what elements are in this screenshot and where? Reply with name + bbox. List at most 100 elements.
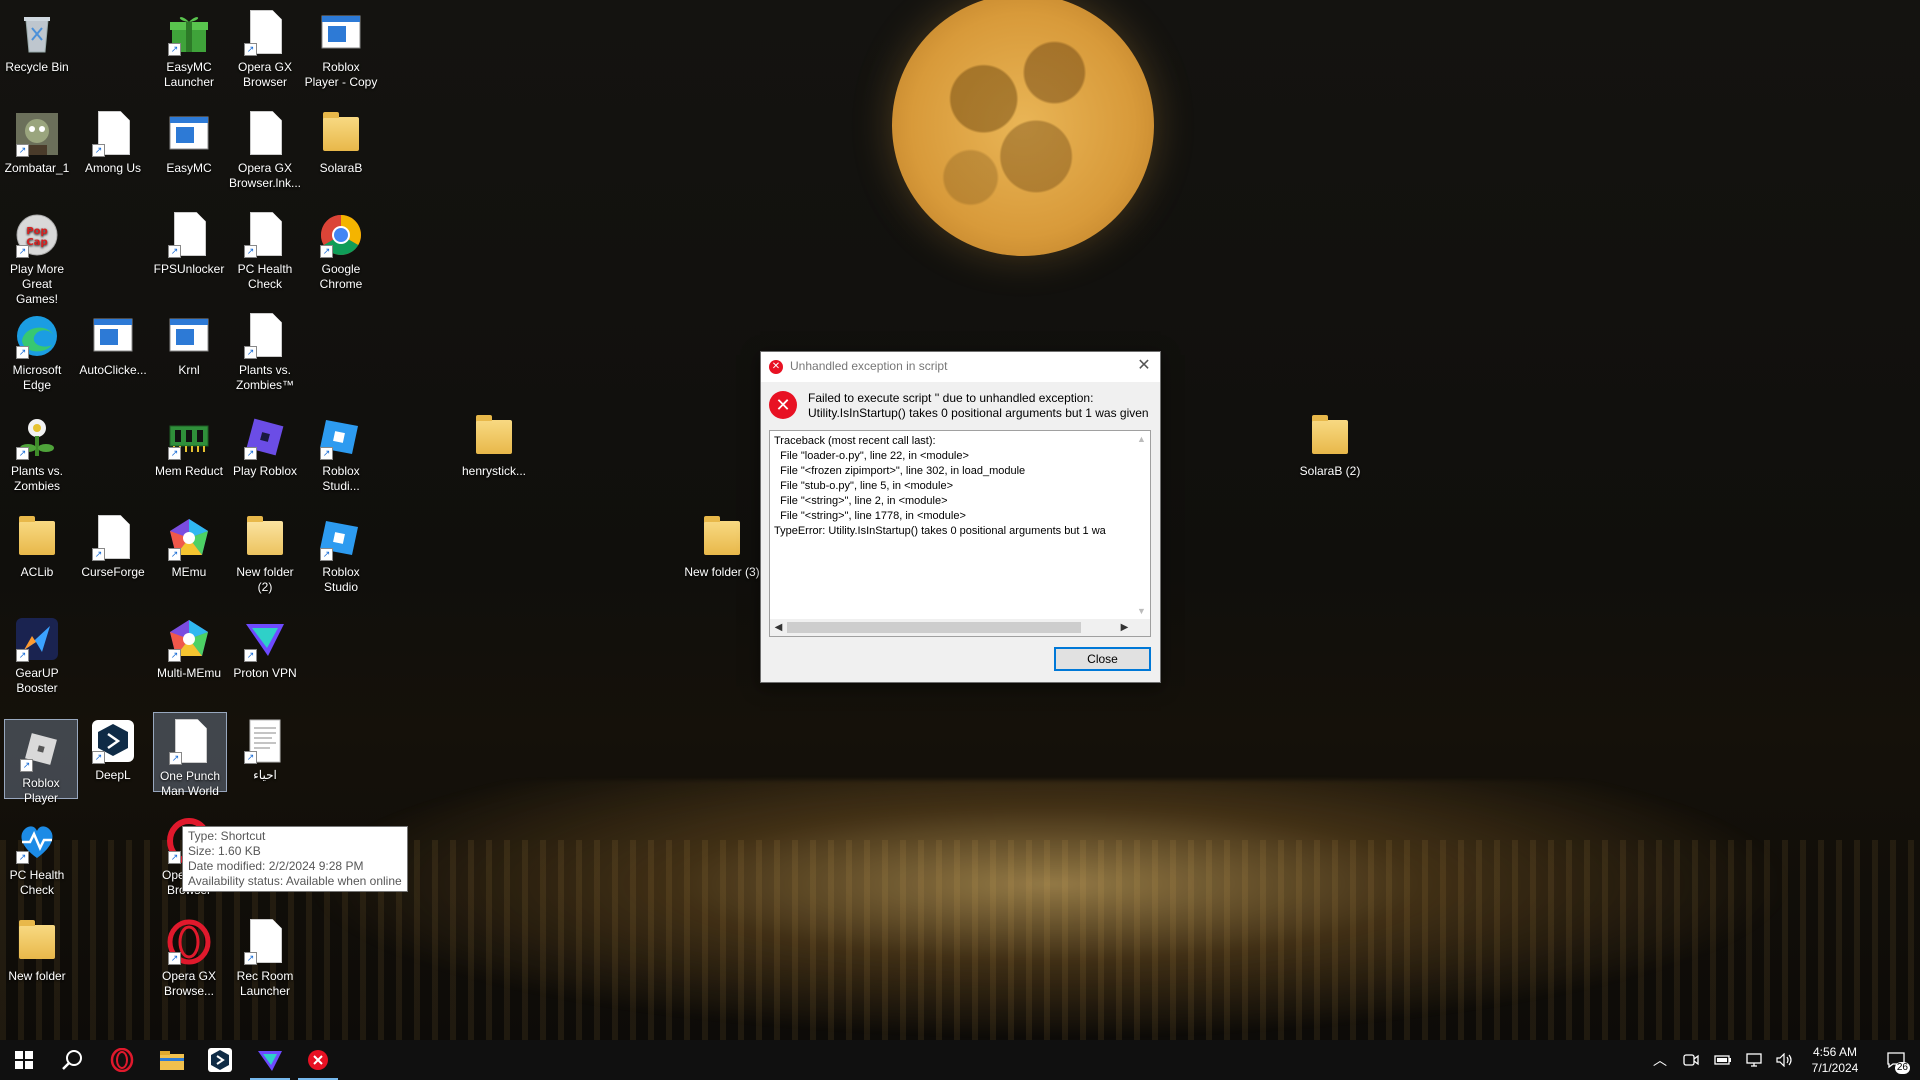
taskbar-opera-gx[interactable] [98,1040,146,1080]
shortcut-arrow-icon: ↗ [244,952,257,965]
file-icon: ↗ [90,111,136,157]
desktop-icon-new-folder-2[interactable]: New folder (2) [228,509,302,594]
desktop-icon-among-us[interactable]: ↗ Among Us [76,105,150,185]
desktop-icon-easymc-launcher[interactable]: ↗ EasyMC Launcher [152,4,226,89]
deepl-icon: ↗ [90,718,136,764]
roblox-studio-icon: ↗ [318,515,364,561]
desktop-icon-new-folder-3[interactable]: New folder (3) [684,509,760,589]
show-hidden-icons-button[interactable]: ︿ [1648,1040,1672,1080]
desktop-icon-fpsunlocker[interactable]: ↗ FPSUnlocker [152,206,226,286]
desktop-icon-arabic-document[interactable]: ↗ احياء [228,712,302,792]
search-icon [62,1050,82,1070]
desktop-icon-curseforge[interactable]: ↗ CurseForge [76,509,150,589]
shortcut-arrow-icon: ↗ [244,751,257,764]
desktop-icon-opera-gx-browser-lnk[interactable]: Opera GX Browser.lnk... [228,105,302,190]
desktop[interactable]: Recycle Bin ↗ Zombatar_1 Pop Cap ↗ Play M… [0,0,1920,1040]
desktop-icon-gearup-booster[interactable]: ↗ GearUP Booster [0,610,74,695]
desktop-icon-rec-room-launcher[interactable]: ↗ Rec Room Launcher [228,913,302,998]
shortcut-arrow-icon: ↗ [169,752,182,765]
desktop-icon-aclib[interactable]: ACLib [0,509,74,589]
taskbar-proton-vpn[interactable] [246,1040,294,1080]
gearup-icon: ↗ [14,616,60,662]
traceback-text: Traceback (most recent call last): File … [774,435,1106,537]
desktop-icon-popcap[interactable]: Pop Cap ↗ Play More Great Games! [0,206,74,306]
desktop-icon-easymc[interactable]: EasyMC [152,105,226,185]
file-icon: ↗ [90,515,136,561]
svg-text:Cap: Cap [26,237,47,248]
file-icon: ↗ [242,10,288,56]
desktop-icon-autoclicker[interactable]: AutoClicke... [76,307,150,387]
desktop-icon-plants-vs-zombies-tm[interactable]: ↗ Plants vs. Zombies™ [228,307,302,392]
search-button[interactable] [48,1040,96,1080]
desktop-icon-pc-health-check-2[interactable]: ↗ PC Health Check [0,812,74,897]
scroll-right-icon[interactable]: ▶ [1116,619,1133,636]
desktop-icon-memu[interactable]: ↗ MEmu [152,509,226,589]
desktop-icon-opera-gx-browser[interactable]: ↗ Opera GX Browser [228,4,302,89]
desktop-icon-opera-gx-browse[interactable]: ↗ Opera GX Browse... [152,913,226,998]
vertical-scrollbar[interactable]: ▲ ▼ [1133,431,1150,619]
shortcut-arrow-icon: ↗ [244,447,257,460]
desktop-icon-plants-vs-zombies[interactable]: ↗ Plants vs. Zombies [0,408,74,493]
window-icon [90,313,136,359]
folder-icon [14,515,60,561]
file-icon: ↗ [242,919,288,965]
desktop-icon-google-chrome[interactable]: ↗ Google Chrome [304,206,378,291]
desktop-icon-roblox-studio-1[interactable]: ↗ Roblox Studi... [304,408,378,493]
tooltip-type: Type: Shortcut [188,829,266,843]
desktop-icon-new-folder[interactable]: New folder [0,913,74,993]
windows-icon [15,1051,33,1069]
desktop-icon-roblox-studio-2[interactable]: ↗ Roblox Studio [304,509,378,594]
taskbar-deepl[interactable] [196,1040,244,1080]
roblox-studio-icon: ↗ [318,414,364,460]
desktop-icon-roblox-player-copy[interactable]: Roblox Player - Copy [304,4,378,89]
desktop-icon-proton-vpn[interactable]: ↗ Proton VPN [228,610,302,690]
chevron-up-icon: ︿ [1653,1052,1667,1068]
dialog-titlebar[interactable]: ✕ Unhandled exception in script ✕ [761,352,1160,382]
desktop-icon-deepl[interactable]: ↗ DeepL [76,712,150,792]
desktop-icon-roblox-player[interactable]: ↗ Roblox Player [4,719,78,805]
notification-center-button[interactable]: 26 [1876,1040,1916,1080]
taskbar-file-explorer[interactable] [148,1040,196,1080]
shortcut-arrow-icon: ↗ [92,751,105,764]
desktop-icon-microsoft-edge[interactable]: ↗ Microsoft Edge [0,307,74,392]
taskbar-error-window[interactable] [294,1040,342,1080]
shortcut-arrow-icon: ↗ [16,144,29,157]
scroll-down-icon[interactable]: ▼ [1133,603,1150,619]
folder-icon [471,414,517,460]
dialog-close-icon[interactable]: ✕ [1134,356,1154,376]
desktop-icon-henrystick[interactable]: henrystick... [456,408,532,488]
scroll-left-icon[interactable]: ◀ [770,619,787,636]
horizontal-scroll-thumb[interactable] [787,622,1081,633]
tray-meet-now[interactable] [1678,1040,1704,1080]
window-icon [166,313,212,359]
tooltip-date-modified: Date modified: 2/2/2024 9:28 PM [188,859,364,873]
gift-icon: ↗ [166,10,212,56]
desktop-icon-mem-reduct[interactable]: ↗ Mem Reduct [152,408,226,488]
shortcut-arrow-icon: ↗ [168,43,181,56]
desktop-icon-pc-health-check[interactable]: ↗ PC Health Check [228,206,302,291]
desktop-icon-zombatar[interactable]: ↗ Zombatar_1 [0,105,74,185]
error-dialog[interactable]: ✕ Unhandled exception in script ✕ ✕ Fail… [760,351,1161,683]
desktop-icon-recycle-bin[interactable]: Recycle Bin [0,4,74,84]
scroll-up-icon[interactable]: ▲ [1133,431,1150,447]
desktop-icon-solarab[interactable]: SolaraB [304,105,378,185]
error-icon [308,1050,328,1070]
start-button[interactable] [0,1040,48,1080]
desktop-icon-krnl[interactable]: Krnl [152,307,226,387]
shortcut-arrow-icon: ↗ [244,43,257,56]
close-button[interactable]: Close [1054,647,1151,671]
desktop-icon-multi-memu[interactable]: ↗ Multi-MEmu [152,610,226,690]
tray-network[interactable] [1742,1040,1768,1080]
horizontal-scrollbar[interactable]: ◀ ▶ [770,619,1133,636]
desktop-icon-solarab-2[interactable]: SolaraB (2) [1290,408,1370,488]
taskbar-clock[interactable]: 4:56 AM 7/1/2024 [1800,1044,1870,1076]
shortcut-arrow-icon: ↗ [244,346,257,359]
tray-battery[interactable] [1710,1040,1736,1080]
shortcut-arrow-icon: ↗ [168,245,181,258]
traceback-textbox[interactable]: Traceback (most recent call last): File … [769,430,1151,637]
desktop-icon-play-roblox[interactable]: ↗ Play Roblox [228,408,302,488]
tray-volume[interactable] [1772,1040,1798,1080]
desktop-icon-one-punch-man-world[interactable]: ↗ One Punch Man World [153,712,227,798]
deepl-icon [208,1048,232,1072]
shortcut-arrow-icon: ↗ [320,447,333,460]
